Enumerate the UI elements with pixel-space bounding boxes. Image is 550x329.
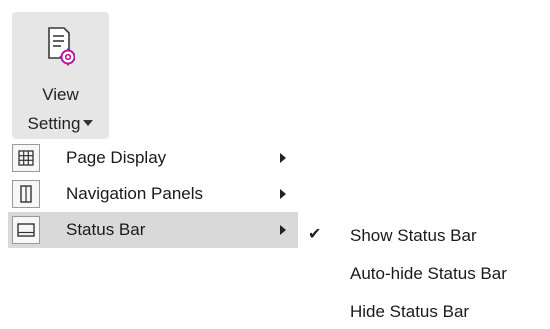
submenu-item-auto-hide-status-bar[interactable]: Auto-hide Status Bar — [298, 254, 550, 292]
status-bar-submenu: ✔ Show Status Bar Auto-hide Status Bar H… — [298, 216, 550, 329]
view-setting-menu: Page Display Navigation Panels Status Ba… — [8, 140, 298, 248]
submenu-item-label: Auto-hide Status Bar — [350, 264, 507, 283]
menu-item-label: Navigation Panels — [66, 184, 204, 203]
submenu-item-label: Hide Status Bar — [350, 302, 470, 321]
menu-item-navigation-panels[interactable]: Navigation Panels — [8, 176, 298, 212]
panel-icon — [12, 180, 40, 208]
status-bar-icon — [12, 216, 40, 244]
chevron-right-icon — [280, 189, 286, 199]
grid-icon — [12, 144, 40, 172]
view-setting-label-line2: Setting — [12, 114, 109, 134]
chevron-down-icon — [83, 120, 94, 126]
view-setting-label-text: Setting — [27, 114, 81, 133]
chevron-right-icon — [280, 225, 286, 235]
document-gear-icon — [47, 26, 77, 66]
submenu-item-hide-status-bar[interactable]: Hide Status Bar — [298, 292, 550, 329]
checkmark-icon: ✔ — [308, 226, 322, 243]
app-canvas: View Setting Page Display Navigation Pan… — [0, 0, 550, 329]
menu-item-status-bar[interactable]: Status Bar — [8, 212, 298, 248]
view-setting-button[interactable]: View Setting — [12, 12, 109, 139]
menu-item-page-display[interactable]: Page Display — [8, 140, 298, 176]
submenu-item-show-status-bar[interactable]: ✔ Show Status Bar — [298, 216, 550, 254]
menu-item-label: Page Display — [66, 148, 167, 167]
menu-item-label: Status Bar — [66, 220, 146, 239]
chevron-right-icon — [280, 153, 286, 163]
submenu-item-label: Show Status Bar — [350, 226, 477, 245]
view-setting-label-line1: View — [42, 85, 79, 104]
